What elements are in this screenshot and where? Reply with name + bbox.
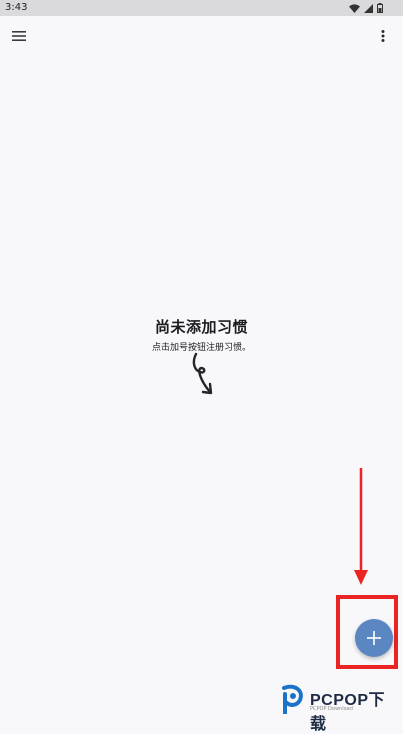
more-vert-icon <box>381 30 385 42</box>
signal-icon <box>364 3 373 13</box>
watermark-sub: PCPOP Download <box>310 706 353 712</box>
annotation-arrow <box>354 468 368 585</box>
add-habit-button[interactable] <box>355 619 393 657</box>
status-time: 3:43 <box>5 2 28 13</box>
status-bar: 3:43 <box>0 0 403 16</box>
menu-button[interactable] <box>9 26 29 46</box>
empty-state: 尚未添加习惯 点击加号按钮注册习惯。 <box>0 316 403 353</box>
plus-icon <box>367 631 381 645</box>
status-icons <box>349 3 383 13</box>
watermark: PCPOP下载 PCPOP Download <box>278 684 398 733</box>
app-bar <box>0 16 403 56</box>
battery-icon <box>377 3 383 13</box>
squiggle-arrow-icon <box>192 352 213 395</box>
pcpop-logo-icon <box>282 684 303 714</box>
hamburger-menu-icon <box>12 31 26 41</box>
more-options-button[interactable] <box>375 26 391 46</box>
wifi-icon <box>349 3 360 13</box>
empty-state-title: 尚未添加习惯 <box>154 318 248 336</box>
